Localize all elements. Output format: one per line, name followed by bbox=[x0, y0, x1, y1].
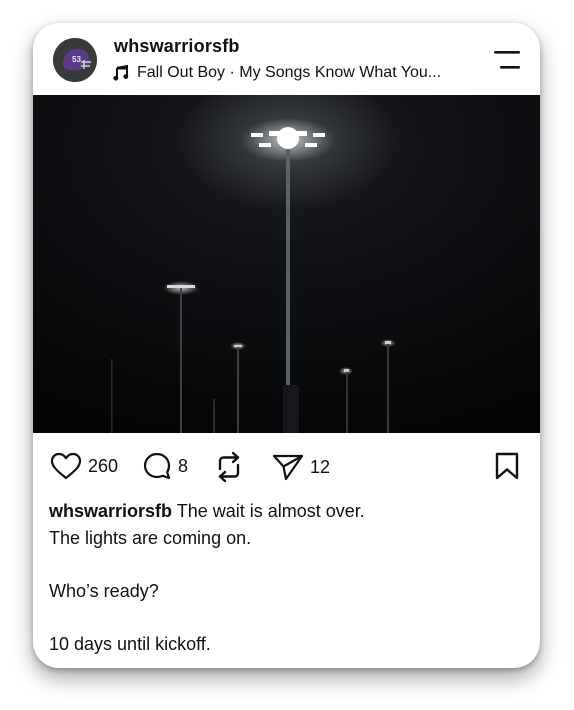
send-icon bbox=[272, 454, 304, 481]
bookmark-button[interactable] bbox=[494, 452, 520, 480]
post-caption: whswarriorsfb The wait is almost over. T… bbox=[49, 498, 519, 657]
music-label[interactable]: Fall Out Boy · My Songs Know What You... bbox=[113, 63, 441, 83]
caption-text-4: 10 days until kickoff. bbox=[49, 633, 211, 654]
avatar-helmet-icon: 53 bbox=[53, 38, 97, 82]
avatar[interactable]: 53 bbox=[53, 38, 97, 82]
post-header: 53 whswarriorsfb Fall Out Boy · My Songs… bbox=[33, 23, 540, 95]
avatar-number: 53 bbox=[72, 55, 81, 64]
caption-username[interactable]: whswarriorsfb bbox=[49, 501, 172, 521]
repost-icon bbox=[218, 451, 240, 483]
caption-line-1: whswarriorsfb The wait is almost over. bbox=[49, 498, 519, 525]
music-text: Fall Out Boy · My Songs Know What You... bbox=[137, 64, 442, 81]
bookmark-icon bbox=[495, 452, 519, 480]
heart-icon bbox=[50, 452, 82, 480]
menu-button[interactable] bbox=[492, 50, 524, 72]
share-count: 12 bbox=[310, 456, 331, 477]
caption-text-2: The lights are coming on. bbox=[49, 527, 252, 548]
post-username[interactable]: whswarriorsfb bbox=[114, 36, 240, 57]
like-button[interactable]: 260 bbox=[50, 452, 118, 480]
caption-text-3: Who’s ready? bbox=[49, 580, 159, 601]
post-photo[interactable] bbox=[33, 70, 540, 433]
post-card: 53 whswarriorsfb Fall Out Boy · My Songs… bbox=[33, 23, 540, 668]
caption-text-1: The wait is almost over. bbox=[176, 501, 365, 521]
comment-count: 8 bbox=[178, 455, 189, 476]
menu-icon bbox=[494, 51, 520, 69]
comment-button[interactable]: 8 bbox=[142, 451, 188, 481]
like-count: 260 bbox=[88, 455, 119, 476]
stadium-lights-image bbox=[33, 70, 540, 433]
music-note-icon bbox=[113, 65, 129, 81]
comment-icon bbox=[143, 452, 171, 480]
action-bar: 260 8 12 bbox=[33, 433, 540, 503]
share-button[interactable]: 12 bbox=[272, 453, 330, 481]
repost-button[interactable] bbox=[214, 451, 244, 483]
